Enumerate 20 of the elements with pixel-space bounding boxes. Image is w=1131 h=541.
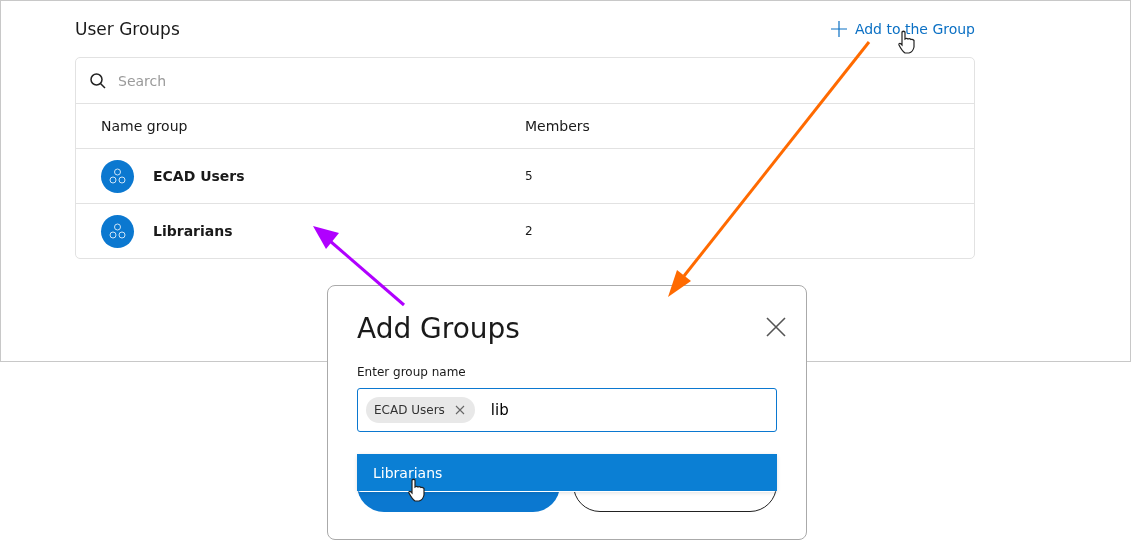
group-avatar-icon bbox=[101, 159, 134, 193]
group-name: Librarians bbox=[153, 223, 233, 239]
member-count: 5 bbox=[525, 169, 534, 183]
group-name-field[interactable]: ECAD Users lib bbox=[357, 388, 777, 432]
remove-icon[interactable] bbox=[454, 405, 465, 415]
dialog-title: Add Groups bbox=[357, 312, 520, 345]
search-icon bbox=[90, 72, 106, 89]
chip-label: ECAD Users bbox=[374, 403, 445, 417]
member-count: 2 bbox=[525, 224, 534, 238]
column-header: Name group bbox=[101, 118, 189, 134]
search-field[interactable]: Search bbox=[116, 71, 960, 90]
group-avatar-icon bbox=[101, 214, 134, 248]
column-header: Members bbox=[525, 118, 591, 134]
page-title: User Groups bbox=[75, 19, 180, 39]
add-to-group-link[interactable]: Add to the Group bbox=[830, 21, 975, 37]
suggestion-option[interactable]: Librarians bbox=[357, 454, 777, 491]
typed-text-input[interactable]: lib bbox=[490, 401, 768, 419]
group-name: ECAD Users bbox=[153, 168, 245, 184]
plus-icon bbox=[830, 21, 847, 37]
field-label: Enter group name bbox=[357, 365, 467, 379]
